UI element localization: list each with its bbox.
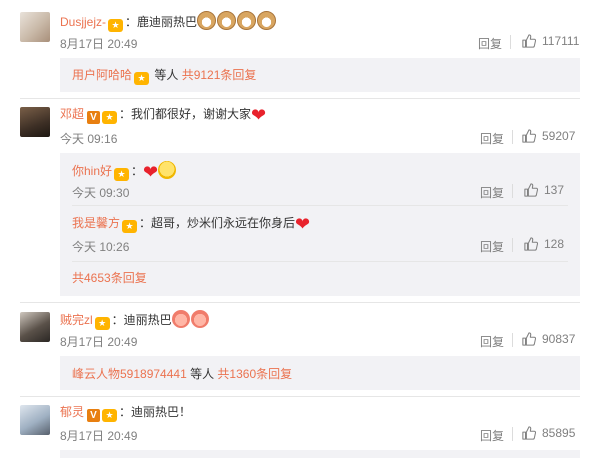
reply-button[interactable]: 回复 bbox=[480, 130, 504, 147]
like-button[interactable]: 117111 bbox=[522, 34, 579, 48]
sub-reply-name[interactable]: 你hin好 bbox=[72, 164, 112, 178]
like-button[interactable]: 128 bbox=[524, 237, 564, 251]
sub-reply-time: 今天 09:30 bbox=[72, 186, 130, 200]
comment-line: 郁灵 V ★ ：迪丽热巴！ bbox=[60, 404, 191, 422]
fan-badge-icon: ★ bbox=[102, 409, 118, 422]
commenter-name[interactable]: 邓超 bbox=[60, 107, 84, 121]
avatar[interactable] bbox=[20, 12, 50, 42]
divider bbox=[20, 302, 580, 303]
thumbs-up-icon bbox=[522, 34, 536, 48]
comment-time: 今天 09:16 bbox=[60, 132, 118, 146]
summary-user[interactable]: 峰云人物5918974441 bbox=[72, 367, 187, 381]
fan-badge-icon: ★ bbox=[94, 317, 110, 330]
like-button[interactable]: 59207 bbox=[522, 129, 575, 143]
thumbs-up-icon bbox=[522, 332, 536, 346]
comment-text: ：我们都很好，谢谢大家 bbox=[119, 107, 252, 121]
dog-emoji-icon bbox=[257, 11, 277, 30]
heart-emoji-icon: ❤ bbox=[251, 105, 267, 125]
like-count: 90837 bbox=[542, 332, 576, 346]
divider bbox=[512, 184, 513, 198]
avatar[interactable] bbox=[20, 405, 50, 435]
reply-summary[interactable]: 共4653条回复 bbox=[72, 270, 147, 286]
thumbs-up-icon bbox=[524, 237, 538, 251]
comment-time: 8月17日 20:49 bbox=[60, 429, 138, 443]
divider bbox=[72, 205, 568, 206]
divider bbox=[20, 98, 580, 99]
commenter-name[interactable]: 贼完zl bbox=[60, 313, 93, 327]
pig-emoji-icon bbox=[171, 310, 190, 328]
sub-reply-line: 你hin好 ★ ：❤ bbox=[72, 161, 177, 181]
verified-icon: V bbox=[87, 409, 101, 422]
like-button[interactable]: 137 bbox=[524, 183, 564, 197]
avatar[interactable] bbox=[20, 107, 50, 137]
reply-button[interactable]: 回复 bbox=[480, 184, 504, 201]
divider bbox=[512, 427, 513, 441]
comment-line: 贼完zl ★ ：迪丽热巴 bbox=[60, 310, 210, 330]
divider bbox=[512, 238, 513, 252]
comment-text: ：鹿迪丽热巴 bbox=[125, 15, 198, 29]
sub-reply-time: 今天 10:26 bbox=[72, 240, 130, 254]
summary-mid: 等人 bbox=[151, 68, 182, 82]
commenter-name[interactable]: 郁灵 bbox=[60, 405, 84, 419]
like-button[interactable]: 90837 bbox=[522, 332, 575, 346]
comment-line: Dusjjejz- ★ ：鹿迪丽热巴 bbox=[60, 11, 277, 32]
divider bbox=[72, 261, 568, 262]
smile-emoji-icon bbox=[158, 161, 177, 179]
reply-summary[interactable]: 用户阿哈哈 ★ 等人 共9121条回复 bbox=[72, 67, 256, 85]
comment-line: 邓超 V ★ ：我们都很好，谢谢大家❤ bbox=[60, 106, 266, 124]
reply-summary-panel: 用户阿哈哈 ★ 等人 共9121条回复 bbox=[60, 58, 580, 92]
like-count: 137 bbox=[544, 183, 565, 197]
divider bbox=[510, 35, 511, 49]
heart-emoji-icon: ❤ bbox=[295, 214, 311, 234]
reply-summary-panel: 峰云人物5918974441 等人 共1360条回复 bbox=[60, 356, 580, 390]
like-button[interactable]: 85895 bbox=[522, 426, 575, 440]
fan-badge-icon: ★ bbox=[134, 72, 150, 85]
sub-reply-text: ： bbox=[131, 164, 144, 178]
reply-panel: 你hin好 ★ ：❤ 今天 09:30 回复 137 我是馨方 ★ ：超哥，炒米们永远在… bbox=[60, 153, 580, 296]
divider bbox=[512, 130, 513, 144]
fan-badge-icon: ★ bbox=[108, 19, 124, 32]
summary-count[interactable]: 共9121条回复 bbox=[182, 68, 257, 82]
like-count: 59207 bbox=[542, 129, 576, 143]
divider bbox=[512, 333, 513, 347]
reply-button[interactable]: 回复 bbox=[480, 333, 504, 350]
thumbs-up-icon bbox=[524, 183, 538, 197]
reply-button[interactable]: 回复 bbox=[480, 427, 504, 444]
dog-emoji-icon bbox=[197, 11, 217, 30]
dog-emoji-icon bbox=[217, 11, 237, 30]
dog-emoji-icon bbox=[237, 11, 257, 30]
summary-count[interactable]: 共4653条回复 bbox=[72, 271, 147, 285]
heart-emoji-icon: ❤ bbox=[143, 162, 159, 182]
reply-button[interactable]: 回复 bbox=[480, 238, 504, 255]
like-count: 117111 bbox=[542, 34, 580, 48]
pig-emoji-icon bbox=[190, 310, 209, 328]
summary-mid: 等人 bbox=[186, 367, 218, 381]
thumbs-up-icon bbox=[522, 129, 536, 143]
commenter-name[interactable]: Dusjjejz- bbox=[60, 15, 106, 29]
fan-badge-icon: ★ bbox=[122, 220, 138, 233]
comment-text: ：迪丽热巴！ bbox=[119, 405, 192, 419]
reply-summary[interactable]: 峰云人物5918974441 等人 共1360条回复 bbox=[72, 366, 292, 382]
sub-reply-text: ：超哥，炒米们永远在你身后 bbox=[139, 216, 296, 230]
summary-count[interactable]: 共1360条回复 bbox=[217, 367, 292, 381]
like-count: 85895 bbox=[542, 426, 576, 440]
fan-badge-icon: ★ bbox=[102, 111, 118, 124]
like-count: 128 bbox=[544, 237, 565, 251]
avatar[interactable] bbox=[20, 312, 50, 342]
comment-time: 8月17日 20:49 bbox=[60, 335, 138, 349]
verified-icon: V bbox=[87, 111, 101, 124]
sub-reply-line: 我是馨方 ★ ：超哥，炒米们永远在你身后❤ bbox=[72, 215, 310, 233]
reply-button[interactable]: 回复 bbox=[478, 35, 502, 52]
summary-user[interactable]: 用户阿哈哈 bbox=[72, 68, 132, 82]
comment-time: 8月17日 20:49 bbox=[60, 37, 138, 51]
divider bbox=[20, 396, 580, 397]
reply-summary-panel bbox=[60, 450, 580, 458]
thumbs-up-icon bbox=[522, 426, 536, 440]
fan-badge-icon: ★ bbox=[114, 168, 130, 181]
comment-text: ：迪丽热巴 bbox=[111, 313, 172, 327]
sub-reply-name[interactable]: 我是馨方 bbox=[72, 216, 120, 230]
